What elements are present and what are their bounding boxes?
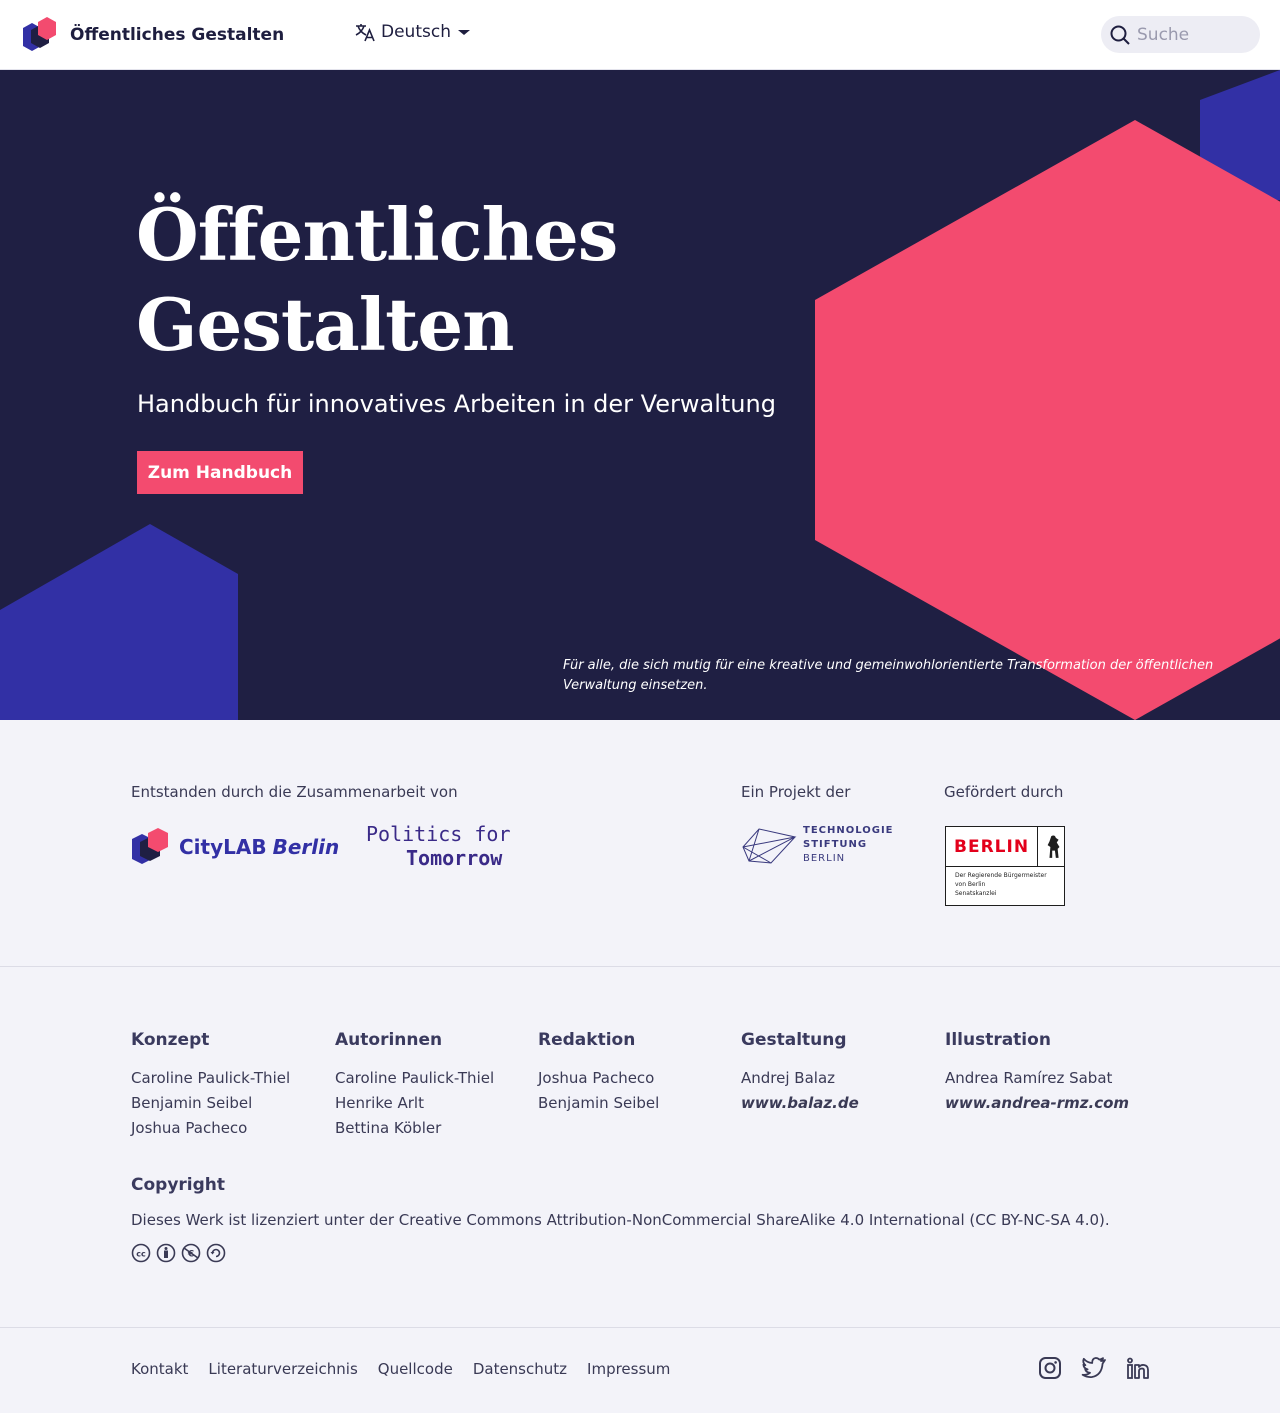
credits-heading: Redaktion [538, 1030, 636, 1050]
berlin-sub2: von Berlin [955, 881, 986, 888]
credits-heading: Gestaltung [741, 1030, 847, 1050]
credit-name: Bettina Köbler [335, 1119, 442, 1137]
pft-line1: Politics for [366, 822, 511, 846]
credits-column-illustration: Illustration Andrea Ramírez Sabat www.an… [945, 1030, 1145, 1116]
credits-column-gestaltung: Gestaltung Andrej Balaz www.balaz.de [741, 1030, 941, 1116]
tsb-line2: STIFTUNG [803, 839, 868, 850]
credits-heading: Autorinnen [335, 1030, 443, 1050]
hero-section: Öffentliches Gestalten Handbuch für inno… [0, 70, 1280, 720]
language-selector[interactable]: Deutsch [355, 22, 471, 42]
footer-link-quellcode[interactable]: Quellcode [378, 1360, 453, 1378]
credit-name: Benjamin Seibel [131, 1094, 253, 1112]
designer-website-link[interactable]: www.balaz.de [741, 1091, 941, 1116]
credits-heading: Illustration [945, 1030, 1051, 1050]
tsb-line1: TECHNOLOGIE [803, 825, 894, 836]
berlin-senate-logo[interactable]: BERLIN Der Regierende Bürgermeister von … [945, 826, 1065, 906]
credit-name: Caroline Paulick-Thiel [335, 1069, 495, 1087]
brand-title: Öffentliches Gestalten [70, 25, 285, 45]
footer-link-impressum[interactable]: Impressum [587, 1360, 670, 1378]
instagram-icon[interactable] [1038, 1356, 1062, 1380]
footer-link-literaturverzeichnis[interactable]: Literaturverzeichnis [208, 1360, 357, 1378]
citylab-word2: Berlin [272, 835, 340, 859]
cc-sa-icon [206, 1243, 226, 1263]
credit-name: Caroline Paulick-Thiel [131, 1069, 291, 1087]
politics-for-tomorrow-logo[interactable]: Politics for Tomorrow [366, 822, 516, 870]
illustrator-website-link[interactable]: www.andrea-rmz.com [945, 1091, 1145, 1116]
credits-column-autorinnen: Autorinnen Caroline Paulick-Thiel Henrik… [335, 1030, 535, 1141]
credit-name: Joshua Pacheco [538, 1069, 655, 1087]
linkedin-icon[interactable] [1126, 1356, 1150, 1380]
credits-heading: Konzept [131, 1030, 210, 1050]
credit-name: Joshua Pacheco [131, 1119, 248, 1137]
credit-name: Henrike Arlt [335, 1094, 424, 1112]
berlin-sub1: Der Regierende Bürgermeister [955, 872, 1047, 879]
site-logo-icon [23, 17, 56, 51]
translate-icon [355, 24, 375, 42]
hero-title-line1: Öffentliches [136, 192, 618, 277]
citylab-mark-icon [132, 828, 168, 864]
project-label: Ein Projekt der [741, 783, 851, 801]
svg-text:cc: cc [136, 1250, 146, 1259]
technologiestiftung-logo[interactable]: TECHNOLOGIE STIFTUNG BERLIN [741, 824, 894, 866]
cc-by-icon [156, 1243, 176, 1263]
to-handbook-button[interactable]: Zum Handbuch [137, 451, 303, 494]
credits-column-konzept: Konzept Caroline Paulick-Thiel Benjamin … [131, 1030, 331, 1141]
technologiestiftung-mark-icon [742, 828, 797, 864]
copyright-section: Copyright Dieses Werk ist lizenziert unt… [131, 1175, 1131, 1263]
citylab-word1: CityLAB [179, 835, 267, 859]
hero-title-line2: Gestalten [136, 282, 515, 367]
berlin-word: BERLIN [954, 836, 1030, 857]
berlin-sub3: Senatskanzlei [955, 890, 997, 897]
tsb-line3: BERLIN [803, 853, 846, 864]
credits-column-redaktion: Redaktion Joshua Pacheco Benjamin Seibel [538, 1030, 738, 1116]
credit-name: Benjamin Seibel [538, 1094, 660, 1112]
license-text: Dieses Werk ist lizenziert unter der Cre… [131, 1211, 1110, 1229]
credit-name: Andrej Balaz [741, 1069, 836, 1087]
funded-label: Gefördert durch [944, 783, 1064, 801]
search-icon [1110, 25, 1130, 45]
chevron-down-icon [457, 30, 470, 35]
citylab-logo[interactable]: CityLAB Berlin [131, 826, 339, 868]
collab-label: Entstanden durch die Zusammenarbeit von [131, 783, 458, 801]
footer-nav: Kontakt Literaturverzeichnis Quellcode D… [131, 1360, 670, 1378]
search-box [1101, 16, 1260, 53]
hexagon-indigo-bottom-left [0, 524, 238, 720]
twitter-icon[interactable] [1081, 1356, 1107, 1380]
pft-line2: Tomorrow [406, 846, 503, 870]
footer-link-datenschutz[interactable]: Datenschutz [473, 1360, 567, 1378]
copyright-heading: Copyright [131, 1175, 226, 1195]
social-links [1038, 1356, 1150, 1380]
cc-license-icons[interactable]: cc € [131, 1243, 1131, 1263]
brand-link[interactable]: Öffentliches Gestalten [22, 16, 284, 54]
footer-link-kontakt[interactable]: Kontakt [131, 1360, 188, 1378]
partners-section: Entstanden durch die Zusammenarbeit von … [0, 720, 1280, 967]
cc-icon: cc [131, 1243, 151, 1263]
search-input[interactable] [1137, 24, 1247, 45]
hero-tagline: Für alle, die sich mutig für eine kreati… [563, 658, 1214, 693]
hero-title: Öffentliches Gestalten [136, 190, 776, 370]
hexagon-pink [815, 120, 1280, 720]
top-bar: Öffentliches Gestalten Deutsch [0, 0, 1280, 70]
cc-nc-icon: € [181, 1243, 201, 1263]
credit-name: Andrea Ramírez Sabat [945, 1069, 1113, 1087]
language-label: Deutsch [381, 22, 451, 42]
berlin-bear-icon [1047, 834, 1060, 858]
footer-bar: Kontakt Literaturverzeichnis Quellcode D… [0, 1327, 1280, 1413]
hero-subtitle: Handbuch für innovatives Arbeiten in der… [137, 390, 776, 418]
